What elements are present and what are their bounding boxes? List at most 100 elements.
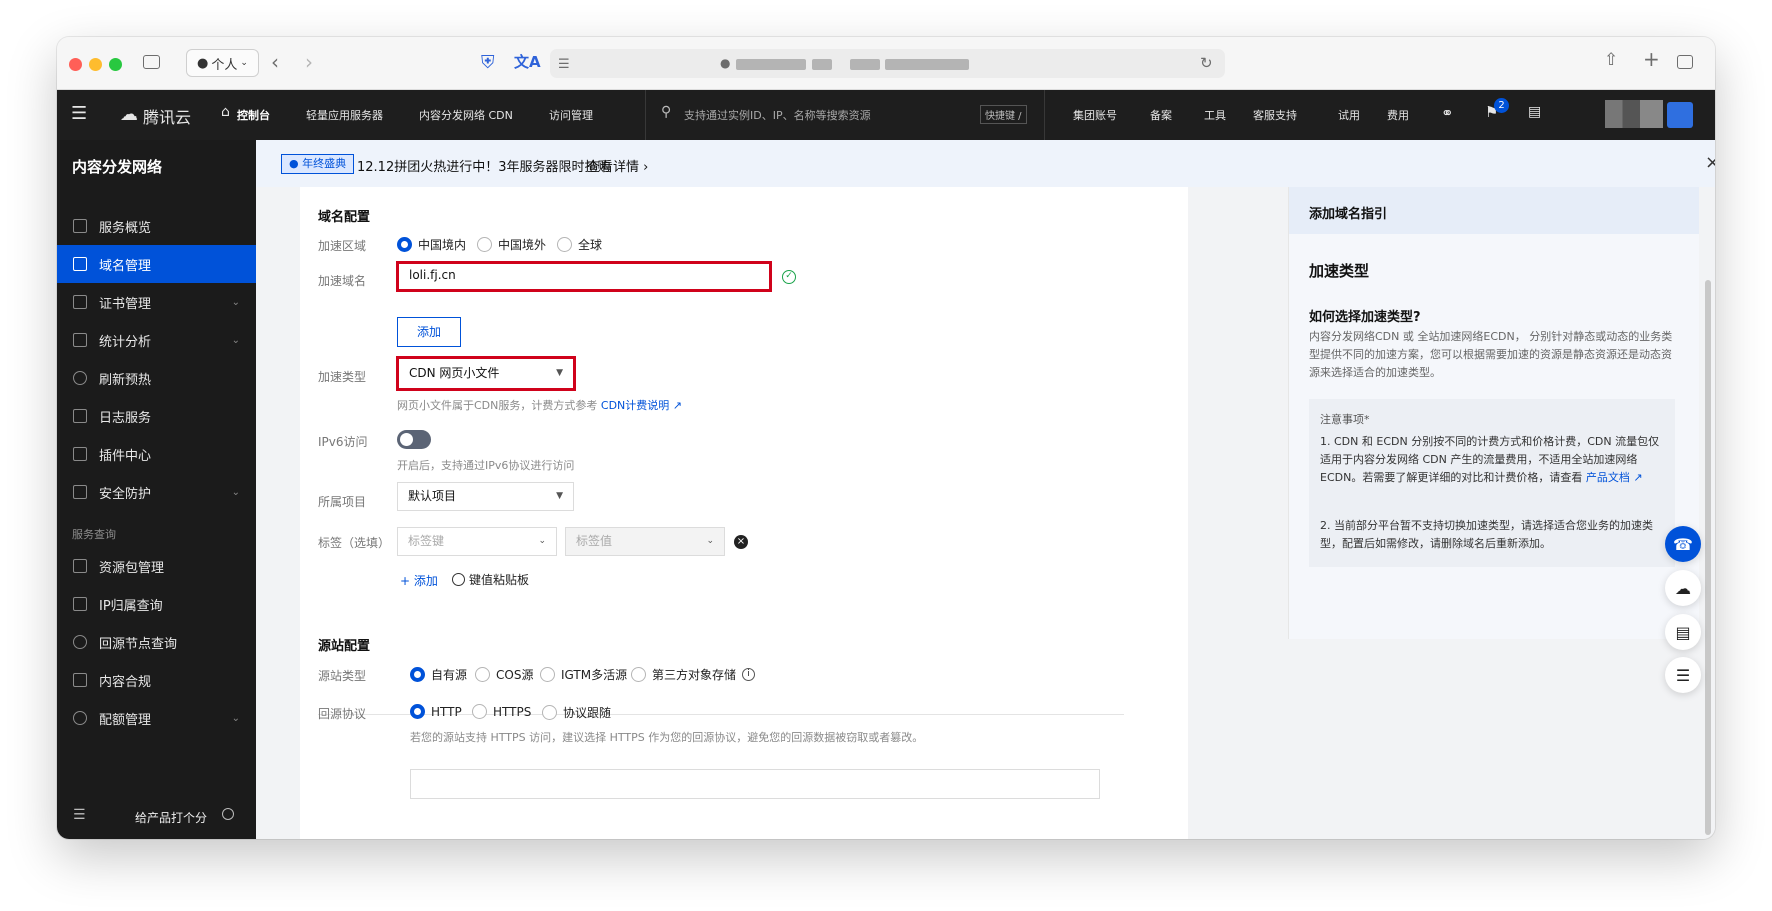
sidebar-item-certificate[interactable]: 证书管理 ⌄	[57, 283, 256, 321]
sidebar-item-refresh[interactable]: 刷新预热	[57, 359, 256, 397]
nav-right-billing[interactable]: 费用	[1387, 107, 1409, 123]
sidebar-item-origin-nodes[interactable]: 回源节点查询	[57, 623, 256, 661]
outline-list-icon[interactable]: ☰	[1665, 657, 1701, 693]
new-tab-icon[interactable]: +	[1643, 49, 1660, 69]
zoom-window-button[interactable]	[109, 58, 122, 71]
sidebar-item-statistics[interactable]: 统计分析 ⌄	[57, 321, 256, 359]
protocol-https[interactable]: HTTPS	[472, 704, 531, 719]
back-icon[interactable]: ‹	[271, 52, 279, 72]
cloud-assistant-icon[interactable]: ☁	[1665, 570, 1701, 606]
add-domain-button[interactable]: 添加	[397, 317, 461, 347]
share-icon[interactable]: ⇧	[1604, 52, 1618, 69]
main-content: ● 年终盛典 12.12拼团火热进行中！3年服务器限时抢购 查看详情 › × 域…	[256, 140, 1715, 839]
protocol-follow[interactable]: 协议跟随	[542, 704, 611, 721]
console-link[interactable]: 控制台	[237, 107, 270, 123]
sidebar-item-logs[interactable]: 日志服务	[57, 397, 256, 435]
promo-tag: ● 年终盛典	[281, 154, 355, 174]
certificate-icon	[73, 295, 87, 309]
origin-type-self[interactable]: 自有源	[410, 666, 467, 683]
sidebar-item-overview[interactable]: 服务概览	[57, 207, 256, 245]
collapse-menu-icon[interactable]: ☰	[73, 807, 86, 823]
chevron-down-icon: ⌄	[538, 536, 546, 546]
link-icon[interactable]: ⚭	[1441, 104, 1454, 122]
nav-right-tools[interactable]: 工具	[1204, 107, 1226, 123]
global-search-input[interactable]: 支持通过实例ID、IP、名称等搜索资源	[684, 107, 871, 123]
info-icon[interactable]: i	[742, 668, 756, 681]
origin-type-third-party[interactable]: 第三方对象存储 i	[631, 666, 756, 683]
privacy-shield-icon[interactable]: ⛨	[481, 54, 495, 72]
promo-details-link[interactable]: 查看详情 ›	[587, 156, 648, 175]
region-option-domestic[interactable]: 中国境内	[397, 236, 466, 253]
feedback-link[interactable]: 给产品打个分	[135, 809, 207, 826]
sidebar-item-label: 资源包管理	[99, 560, 165, 576]
sidebar-toggle-icon[interactable]	[143, 55, 160, 69]
forward-icon[interactable]: ›	[305, 52, 313, 72]
blurred-url	[850, 59, 880, 70]
sidebar-item-packages[interactable]: 资源包管理	[57, 547, 256, 585]
tab-overview-icon[interactable]	[1677, 55, 1693, 69]
paste-board-link[interactable]: 键值粘贴板	[452, 571, 529, 588]
add-tag-link[interactable]: + 添加	[400, 572, 438, 589]
close-icon[interactable]: ×	[1705, 152, 1715, 173]
tencent-cloud-logo-icon[interactable]: ☁	[120, 104, 138, 125]
acceleration-type-select[interactable]: CDN 网页小文件 ▼	[396, 356, 576, 391]
note-item-1: 1. CDN 和 ECDN 分别按不同的计费方式和价格计费，CDN 流量包仅适用…	[1320, 435, 1660, 484]
type-label: 加速类型	[318, 370, 367, 384]
nav-right-support[interactable]: 客服支持	[1253, 107, 1297, 123]
origin-type-cos[interactable]: COS源	[475, 666, 533, 683]
nav-right-group-account[interactable]: 集团账号	[1073, 107, 1117, 123]
nav-item-lighthouse[interactable]: 轻量应用服务器	[306, 107, 383, 123]
page-menu-icon[interactable]: ☰	[558, 56, 570, 73]
brand-name[interactable]: 腾讯云	[143, 104, 191, 128]
ipv6-label: IPv6访问	[318, 435, 368, 449]
nav-right-trial[interactable]: 试用	[1338, 107, 1360, 123]
sidebar-item-compliance[interactable]: 内容合规	[57, 661, 256, 699]
close-window-button[interactable]	[69, 58, 82, 71]
origin-address-input[interactable]	[410, 769, 1100, 799]
nav-right-beian[interactable]: 备案	[1150, 107, 1172, 123]
protocol-http[interactable]: HTTP	[410, 704, 462, 719]
menu-icon[interactable]: ☰	[71, 103, 87, 124]
billing-doc-link[interactable]: CDN计费说明	[601, 399, 669, 412]
tag-label: 标签（选填）	[318, 536, 391, 550]
sidebar-item-ip-lookup[interactable]: IP归属查询	[57, 585, 256, 623]
chevron-down-icon: ⌄	[231, 712, 240, 724]
region-option-overseas[interactable]: 中国境外	[477, 236, 546, 253]
sidebar-item-label: 服务概览	[99, 220, 152, 236]
sidebar-item-domain[interactable]: 域名管理	[57, 245, 256, 283]
docs-book-icon[interactable]: ▤	[1665, 614, 1701, 650]
note-title: 注意事项*	[1320, 413, 1370, 426]
product-doc-link[interactable]: 产品文档	[1586, 471, 1630, 484]
reload-icon[interactable]: ↻	[1200, 55, 1213, 72]
remove-tag-icon[interactable]: ×	[734, 535, 748, 549]
message-icon[interactable]: ▤	[1528, 104, 1541, 120]
nav-item-cdn[interactable]: 内容分发网络 CDN	[419, 107, 513, 123]
guide-header: 添加域名指引	[1289, 187, 1699, 234]
avatar[interactable]	[1605, 100, 1663, 128]
ipv6-toggle[interactable]	[397, 430, 431, 449]
sidebar-title: 内容分发网络	[72, 158, 163, 176]
nav-item-cam[interactable]: 访问管理	[549, 107, 593, 123]
type-help-text: 网页小文件属于CDN服务，计费方式参考 CDN计费说明 ↗	[397, 399, 682, 412]
region-option-global[interactable]: 全球	[557, 236, 602, 253]
clock-icon	[452, 573, 465, 586]
sidebar-item-label: 日志服务	[99, 410, 152, 426]
sidebar-item-label: 证书管理	[99, 296, 152, 312]
account-icon[interactable]	[1667, 102, 1693, 128]
sidebar-item-security[interactable]: 安全防护 ⌄	[57, 473, 256, 511]
tag-key-select[interactable]: 标签键 ⌄	[397, 527, 557, 556]
translate-icon[interactable]: 文A	[514, 54, 541, 71]
address-bar[interactable]: ☰ ● ↻	[550, 49, 1225, 78]
sidebar-item-label: 统计分析	[99, 334, 152, 350]
sidebar-item-plugins[interactable]: 插件中心	[57, 435, 256, 473]
minimize-window-button[interactable]	[89, 58, 102, 71]
sidebar-item-quota[interactable]: 配额管理 ⌄	[57, 699, 256, 737]
domain-input[interactable]: loli.fj.cn	[396, 261, 772, 292]
tag-value-select[interactable]: 标签值 ⌄	[565, 527, 725, 556]
caret-down-icon: ▼	[556, 368, 563, 378]
profile-button[interactable]: ● 个人 ⌄	[186, 49, 259, 77]
page-scrollbar[interactable]	[1705, 280, 1711, 835]
origin-type-igtm[interactable]: IGTM多活源	[540, 666, 627, 683]
support-headset-icon[interactable]: ☎	[1665, 526, 1701, 562]
project-select[interactable]: 默认项目 ▼	[397, 482, 574, 511]
